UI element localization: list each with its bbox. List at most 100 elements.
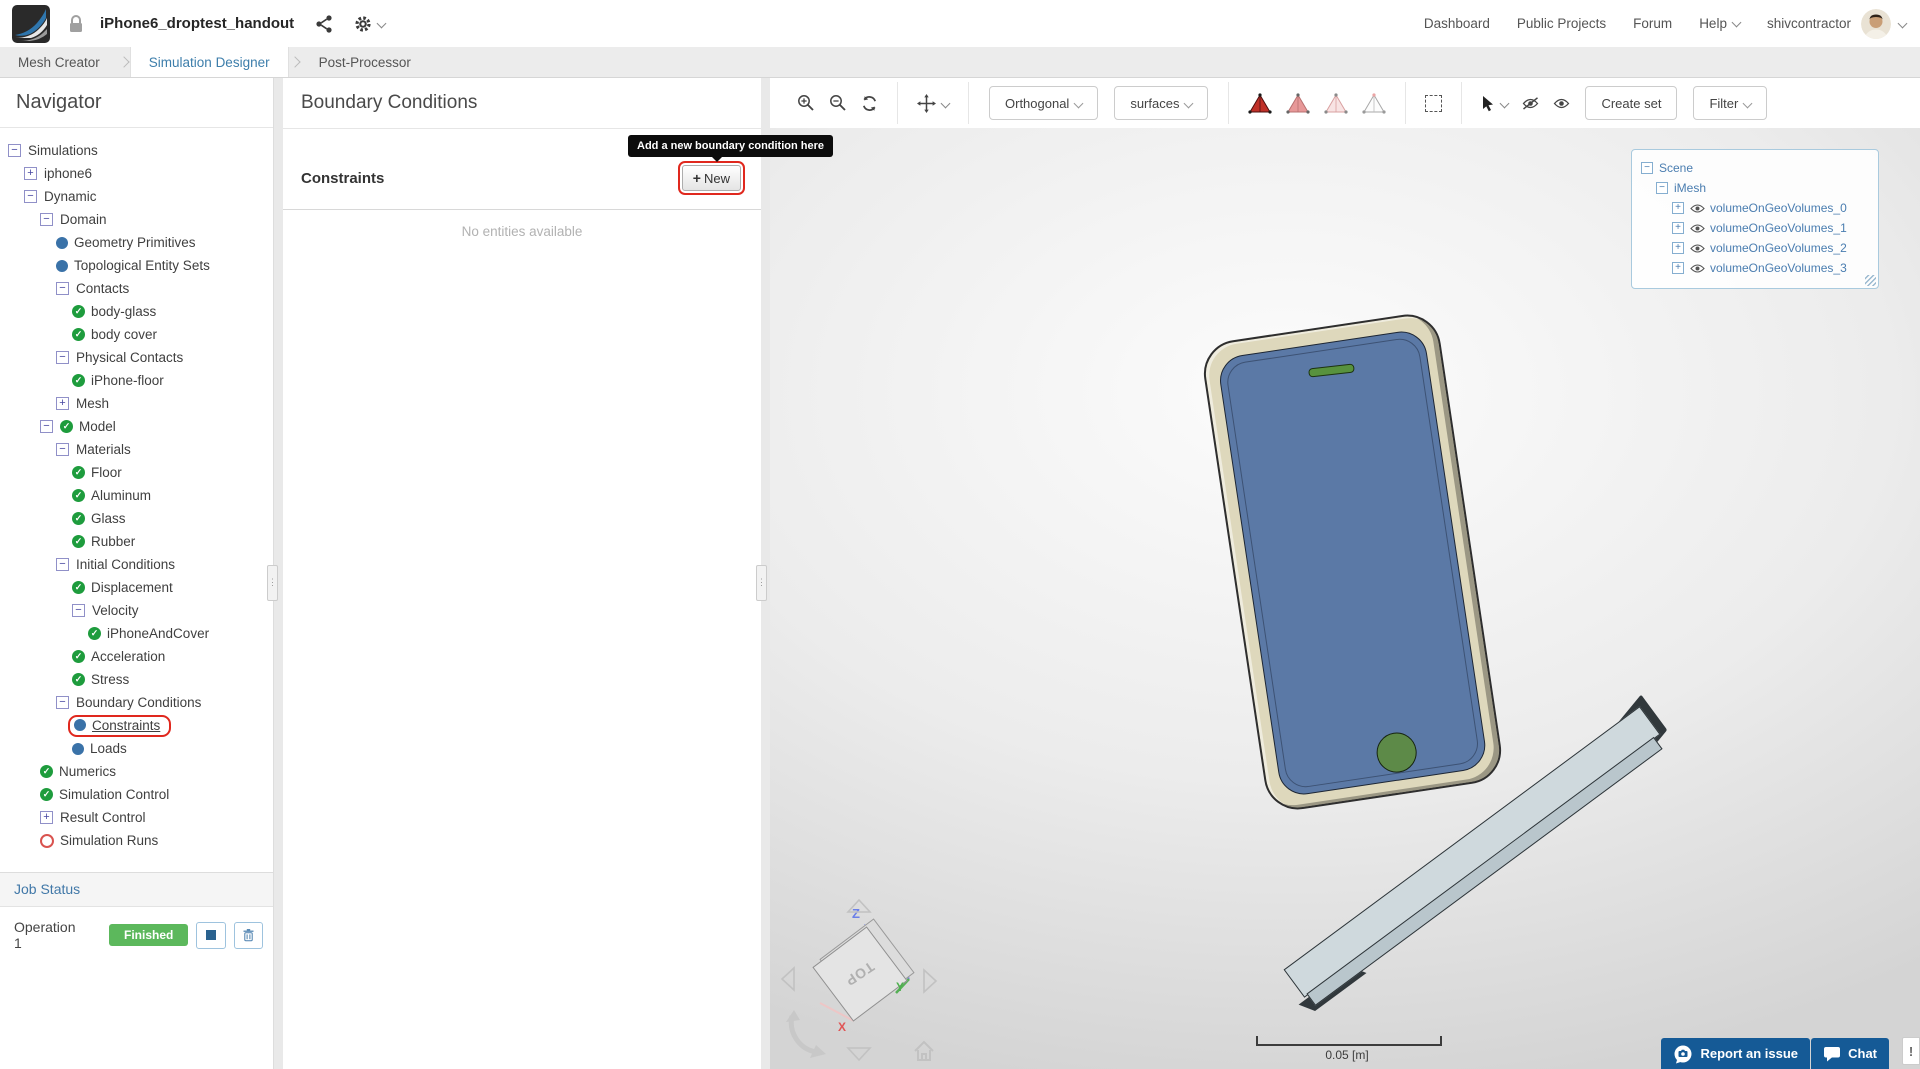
- collapse-icon[interactable]: −: [1641, 162, 1653, 174]
- tree-item-boundary-conditions[interactable]: − Boundary Conditions: [0, 691, 273, 714]
- tab-simulation-designer[interactable]: Simulation Designer: [129, 47, 289, 77]
- home-view-icon[interactable]: [912, 1040, 936, 1067]
- hide-entities-icon[interactable]: [1522, 96, 1539, 110]
- tree-item-floor[interactable]: ✓ Floor: [0, 461, 273, 484]
- tree-item-dynamic[interactable]: − Dynamic: [0, 185, 273, 208]
- account-chevron-icon[interactable]: [1897, 18, 1908, 29]
- collapse-icon[interactable]: −: [40, 420, 53, 433]
- tree-item-geometry-primitives[interactable]: Geometry Primitives: [0, 231, 273, 254]
- iphone-model[interactable]: [1199, 309, 1506, 815]
- lock-icon[interactable]: [68, 14, 84, 34]
- expand-icon[interactable]: +: [40, 811, 53, 824]
- projection-dropdown[interactable]: Orthogonal: [989, 86, 1099, 120]
- resize-handle[interactable]: [1865, 275, 1876, 286]
- tree-item-materials[interactable]: − Materials: [0, 438, 273, 461]
- tree-item-aluminum[interactable]: ✓ Aluminum: [0, 484, 273, 507]
- collapse-icon[interactable]: −: [56, 282, 69, 295]
- tree-item-body-glass[interactable]: ✓ body-glass: [0, 300, 273, 323]
- share-icon[interactable]: [316, 14, 332, 33]
- collapse-icon[interactable]: −: [24, 190, 37, 203]
- visibility-toggle[interactable]: [1690, 263, 1705, 274]
- alert-tab[interactable]: !: [1902, 1037, 1920, 1065]
- render-area[interactable]: − Scene − iMesh + volumeOnGeoVolumes_0 + vo…: [770, 128, 1920, 1069]
- collapse-icon[interactable]: −: [72, 604, 85, 617]
- tree-item-simulations[interactable]: − Simulations: [0, 139, 273, 162]
- simscale-logo-icon[interactable]: [12, 4, 50, 43]
- scene-item-volumeongeovolumes-1[interactable]: + volumeOnGeoVolumes_1: [1632, 218, 1878, 238]
- avatar[interactable]: [1861, 8, 1891, 39]
- expand-icon[interactable]: +: [24, 167, 37, 180]
- scene-mesh-item[interactable]: − iMesh: [1632, 178, 1878, 198]
- expand-icon[interactable]: +: [1672, 242, 1684, 254]
- render-mode-dropdown[interactable]: surfaces: [1114, 86, 1209, 120]
- navigator-resize-handle[interactable]: ⋮: [267, 565, 278, 601]
- tree-item-stress[interactable]: ✓ Stress: [0, 668, 273, 691]
- tree-item-iphone-floor[interactable]: ✓ iPhone-floor: [0, 369, 273, 392]
- scene-item-volumeongeovolumes-2[interactable]: + volumeOnGeoVolumes_2: [1632, 238, 1878, 258]
- new-boundary-condition-button[interactable]: + New: [681, 165, 741, 191]
- mesh-quality-100-icon[interactable]: [1248, 92, 1273, 114]
- tab-post-processor[interactable]: Post-Processor: [301, 47, 429, 77]
- tree-item-loads[interactable]: Loads: [0, 737, 273, 760]
- box-select-icon[interactable]: [1425, 94, 1443, 112]
- mesh-quality-75-icon[interactable]: [1286, 92, 1311, 114]
- roll-rotate-icon[interactable]: [782, 1008, 830, 1065]
- tree-item-iphoneandcover[interactable]: ✓ iPhoneAndCover: [0, 622, 273, 645]
- tree-item-velocity[interactable]: − Velocity: [0, 599, 273, 622]
- tree-item-body-cover[interactable]: ✓ body cover: [0, 323, 273, 346]
- chat-button[interactable]: Chat: [1811, 1038, 1889, 1069]
- rotate-down-arrow[interactable]: [846, 1046, 872, 1067]
- header-link-help[interactable]: Help: [1699, 16, 1742, 31]
- tree-item-acceleration[interactable]: ✓ Acceleration: [0, 645, 273, 668]
- collapse-icon[interactable]: −: [56, 558, 69, 571]
- tree-item-mesh[interactable]: + Mesh: [0, 392, 273, 415]
- tab-mesh-creator[interactable]: Mesh Creator: [0, 47, 118, 77]
- delete-job-button[interactable]: [233, 921, 264, 949]
- rotate-left-arrow[interactable]: [780, 966, 796, 997]
- zoom-in-icon[interactable]: [797, 94, 815, 112]
- header-link-public-projects[interactable]: Public Projects: [1517, 16, 1606, 31]
- scene-item-volumeongeovolumes-0[interactable]: + volumeOnGeoVolumes_0: [1632, 198, 1878, 218]
- visibility-toggle[interactable]: [1690, 223, 1705, 234]
- refresh-icon[interactable]: [861, 95, 878, 112]
- settings-gear-icon[interactable]: [354, 15, 387, 33]
- tree-item-iphone6[interactable]: + iphone6: [0, 162, 273, 185]
- tree-item-glass[interactable]: ✓ Glass: [0, 507, 273, 530]
- tree-item-initial-conditions[interactable]: − Initial Conditions: [0, 553, 273, 576]
- expand-icon[interactable]: +: [56, 397, 69, 410]
- tree-item-topological-entity-sets[interactable]: Topological Entity Sets: [0, 254, 273, 277]
- expand-icon[interactable]: +: [1672, 222, 1684, 234]
- report-issue-button[interactable]: Report an issue: [1661, 1038, 1810, 1069]
- expand-icon[interactable]: +: [1672, 262, 1684, 274]
- header-link-forum[interactable]: Forum: [1633, 16, 1672, 31]
- mesh-quality-25-icon[interactable]: [1362, 92, 1387, 114]
- stop-job-button[interactable]: [196, 921, 226, 949]
- scene-root-item[interactable]: − Scene: [1632, 158, 1878, 178]
- collapse-icon[interactable]: −: [40, 213, 53, 226]
- collapse-icon[interactable]: −: [56, 351, 69, 364]
- visibility-toggle[interactable]: [1690, 243, 1705, 254]
- expand-icon[interactable]: +: [1672, 202, 1684, 214]
- tree-item-contacts[interactable]: − Contacts: [0, 277, 273, 300]
- tree-item-simulation-control[interactable]: ✓ Simulation Control: [0, 783, 273, 806]
- tree-item-result-control[interactable]: + Result Control: [0, 806, 273, 829]
- collapse-icon[interactable]: −: [56, 696, 69, 709]
- iphone-screen[interactable]: [1216, 327, 1489, 798]
- tree-item-model[interactable]: − ✓ Model: [0, 415, 273, 438]
- pan-icon[interactable]: [917, 93, 951, 113]
- visibility-toggle[interactable]: [1690, 203, 1705, 214]
- rotate-up-arrow[interactable]: [846, 898, 872, 919]
- collapse-icon[interactable]: −: [56, 443, 69, 456]
- filter-dropdown[interactable]: Filter: [1693, 86, 1768, 120]
- scene-item-volumeongeovolumes-3[interactable]: + volumeOnGeoVolumes_3: [1632, 258, 1878, 278]
- tree-item-rubber[interactable]: ✓ Rubber: [0, 530, 273, 553]
- tree-item-displacement[interactable]: ✓ Displacement: [0, 576, 273, 599]
- username[interactable]: shivcontractor: [1767, 16, 1851, 31]
- mesh-quality-50-icon[interactable]: [1324, 92, 1349, 114]
- collapse-icon[interactable]: −: [1656, 182, 1668, 194]
- tree-item-constraints[interactable]: Constraints: [0, 714, 273, 737]
- panel-resize-handle[interactable]: ⋮: [756, 565, 767, 601]
- collapse-icon[interactable]: −: [8, 144, 21, 157]
- show-entities-icon[interactable]: [1553, 97, 1570, 110]
- zoom-out-icon[interactable]: [829, 94, 847, 112]
